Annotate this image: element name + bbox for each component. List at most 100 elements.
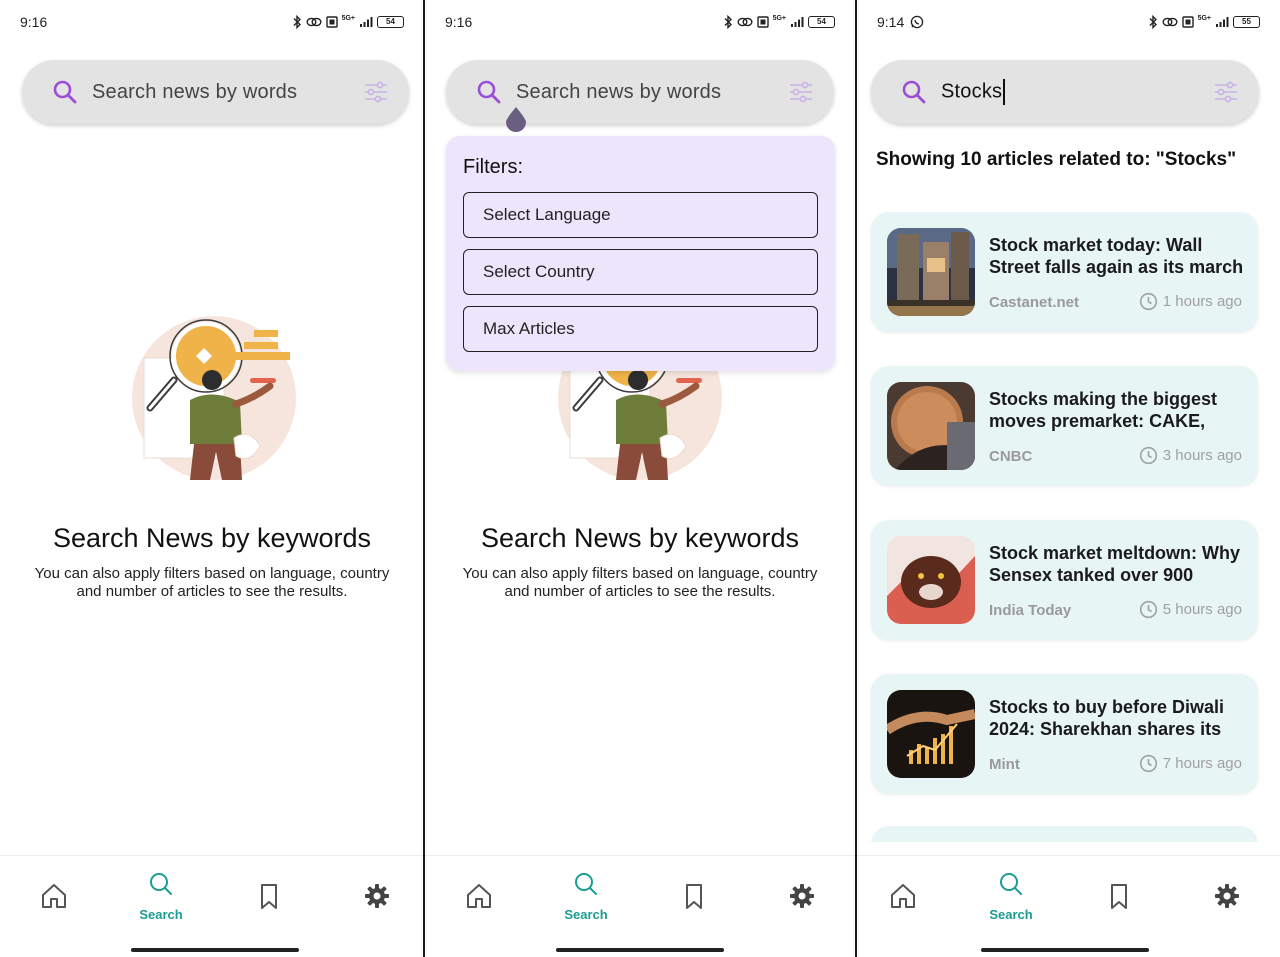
link-icon [1162,17,1178,27]
article-time: 3 hours ago [1139,446,1242,465]
select-language-button[interactable]: Select Language [463,192,818,238]
article-card[interactable]: Stocks making the biggest moves premarke… [871,366,1258,486]
search-icon [1000,873,1022,895]
nav-settings[interactable] [1187,856,1267,936]
article-thumbnail [887,536,975,624]
status-icons: 5G+ 54 [292,15,404,29]
sim-icon [1181,16,1194,28]
signal-icon [791,17,804,27]
search-icon [150,873,172,895]
status-bar: 9:16 5G+ 54 [425,10,855,34]
battery-indicator: 54 [377,16,404,28]
sliders-icon[interactable] [363,79,389,105]
nav-search-label: Search [564,907,608,922]
select-country-button[interactable]: Select Country [463,249,818,295]
signal-icon [360,17,373,27]
article-source: Mint [989,756,1020,773]
clock-icon [1139,292,1157,311]
bookmark-icon [686,884,702,909]
status-time: 9:16 [20,14,48,30]
article-time: 7 hours ago [1139,754,1242,773]
article-title: Stocks making the biggest moves premarke… [989,389,1218,431]
search-input[interactable]: Search news by words [516,81,788,104]
article-title: Stocks to buy before Diwali 2024: Sharek… [989,697,1225,739]
bottom-nav: Search [425,855,855,957]
nav-bookmarks[interactable] [654,856,734,936]
article-time-label: 5 hours ago [1162,601,1242,618]
article-time-label: 7 hours ago [1162,755,1242,772]
bottom-nav: Search [0,855,424,957]
search-query: Stocks [941,80,1003,103]
nav-search[interactable]: Search [546,856,626,936]
home-indicator [131,948,299,952]
article-thumbnail [887,382,975,470]
article-card[interactable]: Stock market today: Wall Street falls ag… [871,212,1258,332]
article-thumbnail [887,690,975,778]
empty-state-title: Search News by keywords [480,523,800,553]
search-icon [575,873,597,895]
home-icon [42,884,66,908]
clock-icon [1139,446,1157,465]
status-bar: 9:16 5G+ 54 [0,10,424,34]
touch-indicator-icon [506,107,526,132]
nav-settings[interactable] [337,856,417,936]
home-indicator [981,948,1149,952]
article-card[interactable]: Stocks to buy before Diwali 2024: Sharek… [871,674,1258,794]
sim-icon [325,16,338,28]
network-label: 5G+ [341,14,355,22]
bottom-nav: Search [857,855,1280,957]
sliders-icon[interactable] [1213,79,1239,105]
sim-icon [756,16,769,28]
bookmark-icon [1111,884,1127,909]
battery-indicator: 54 [808,16,835,28]
filters-panel: Filters: Select Language Select Country … [446,136,835,371]
filters-title: Filters: [463,156,523,178]
nav-home[interactable] [439,856,519,936]
nav-bookmarks[interactable] [1079,856,1159,936]
status-bar: 9:14 5G+ 55 [857,10,1280,34]
status-time: 9:16 [445,14,473,30]
results-heading: Showing 10 articles related to: "Stocks" [876,149,1237,170]
settings-icon [365,884,389,908]
max-articles-button[interactable]: Max Articles [463,306,818,352]
article-time-label: 1 hours ago [1162,293,1242,310]
empty-state-title: Search News by keywords [52,523,372,553]
network-label: 5G+ [1197,14,1211,22]
bookmark-icon [261,884,277,909]
screen-search-results: 9:14 5G+ 55 Stocks Showing 10 articles r… [857,0,1280,957]
text-cursor [1003,79,1006,105]
bluetooth-icon [724,15,732,29]
sliders-icon[interactable] [788,79,814,105]
search-input[interactable]: Search news by words [92,81,363,104]
article-source: CNBC [989,448,1033,465]
clock-icon [1139,754,1157,773]
whatsapp-icon [911,15,924,29]
link-icon [737,17,753,27]
bluetooth-icon [1149,15,1157,29]
article-time: 1 hours ago [1139,292,1242,311]
home-indicator [556,948,724,952]
clock-icon [1139,600,1157,619]
home-icon [891,884,915,908]
signal-icon [1216,17,1229,27]
nav-search[interactable]: Search [971,856,1051,936]
search-input[interactable]: Stocks [941,79,1213,105]
link-icon [306,17,322,27]
nav-settings[interactable] [762,856,842,936]
empty-state-subtitle: You can also apply filters based on lang… [34,565,390,600]
nav-search[interactable]: Search [121,856,201,936]
network-label: 5G+ [772,14,786,22]
article-title: Stock market today: Wall Street falls ag… [989,235,1244,277]
nav-home[interactable] [863,856,943,936]
nav-home[interactable] [14,856,94,936]
nav-search-label: Search [139,907,183,922]
search-icon [477,80,501,104]
article-time-label: 3 hours ago [1162,447,1242,464]
search-bar[interactable]: Stocks [871,60,1259,124]
search-bar[interactable]: Search news by words [22,60,409,124]
nav-search-label: Search [989,907,1033,922]
nav-bookmarks[interactable] [229,856,309,936]
article-card[interactable]: Stock market meltdown: Why Sensex tanked… [871,520,1258,640]
search-icon [902,80,926,104]
article-time: 5 hours ago [1139,600,1242,619]
